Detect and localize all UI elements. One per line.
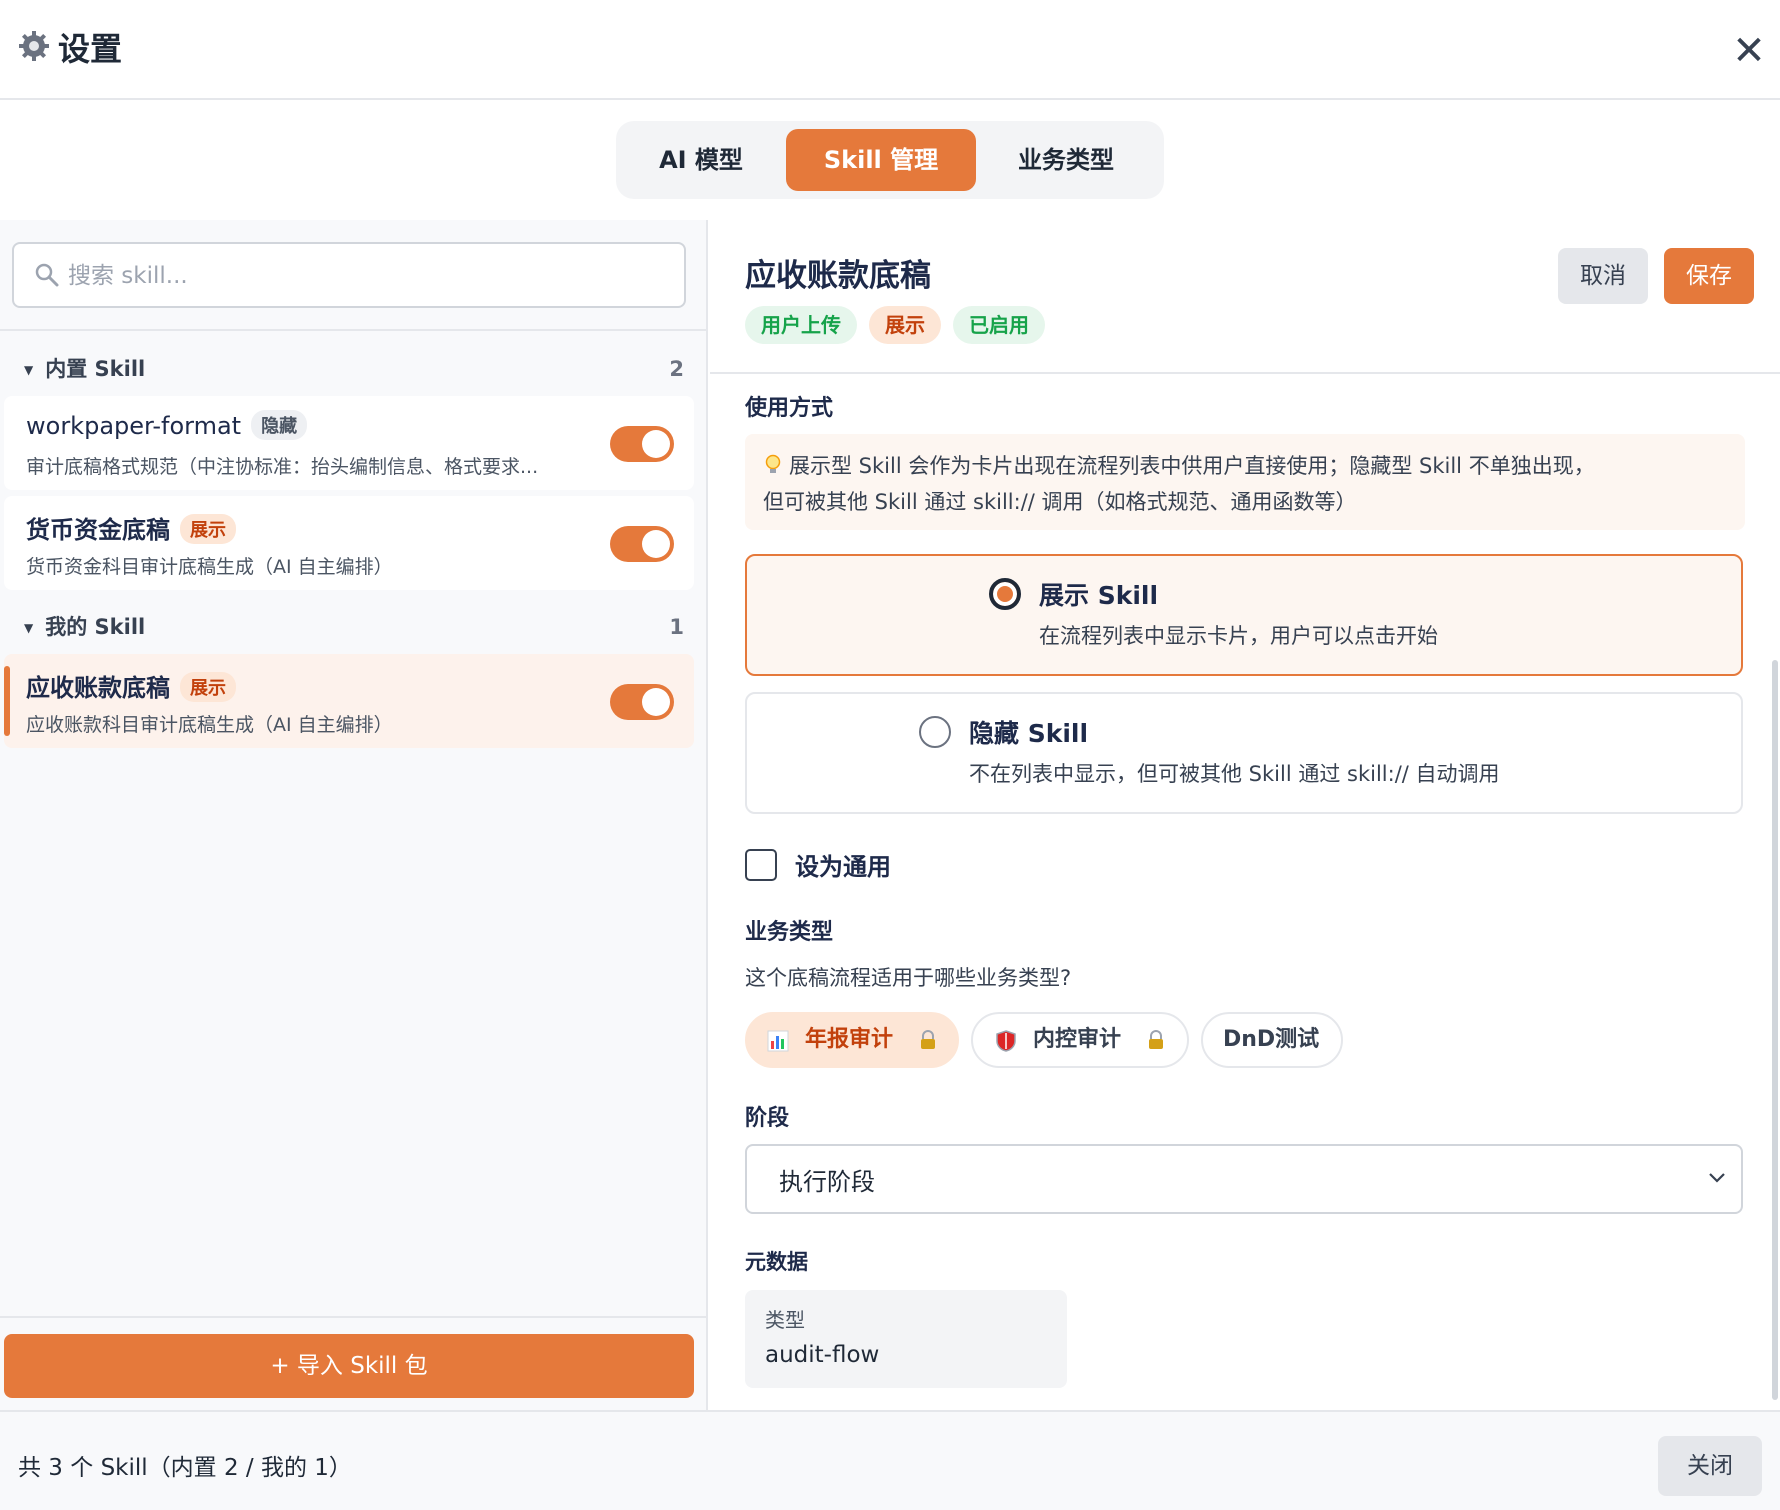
skill-detail-panel: 应收账款底稿 用户上传 展示 已启用 取消 保存 使用方式 展示型 Skill 会作…	[710, 220, 1780, 1410]
group-header-builtin[interactable]: ▼ 内置 Skill 2	[24, 354, 684, 384]
status-badge-source: 用户上传	[745, 306, 857, 344]
skill-badge: 展示	[180, 672, 236, 702]
pill-label: 内控审计	[1033, 1027, 1122, 1052]
usage-label: 使用方式	[745, 396, 834, 421]
lightbulb-icon	[765, 454, 781, 473]
pill-label: DnD测试	[1223, 1027, 1320, 1052]
skill-title: 应收账款底稿	[745, 258, 931, 294]
divider	[0, 329, 708, 331]
skill-desc: 应收账款科目审计底稿生成（AI 自主编排）	[26, 714, 393, 736]
lock-icon	[1149, 1030, 1163, 1049]
lock-icon	[921, 1030, 935, 1049]
metadata-key: 类型	[765, 1308, 805, 1332]
stage-selected-value: 执行阶段	[779, 1168, 875, 1196]
status-badge-enabled: 已启用	[953, 306, 1045, 344]
radio-hide-skill[interactable]: 隐藏 Skill 不在列表中显示，但可被其他 Skill 通过 skill://…	[745, 692, 1743, 814]
skill-badge: 隐藏	[251, 410, 308, 440]
tab-business-type[interactable]: 业务类型	[986, 129, 1146, 191]
pill-dnd-test[interactable]: DnD测试	[1201, 1012, 1343, 1068]
radio-button[interactable]	[989, 578, 1021, 610]
skill-badge: 展示	[180, 514, 236, 544]
settings-title: 设置	[58, 30, 123, 68]
radio-button[interactable]	[919, 716, 951, 748]
status-chips: 用户上传 展示 已启用	[745, 306, 1057, 344]
skill-desc: 审计底稿格式规范（中注协标准：抬头编制信息、格式要求...	[26, 456, 539, 478]
gear-icon	[19, 31, 49, 61]
group-header-mine[interactable]: ▼ 我的 Skill 1	[24, 612, 684, 642]
settings-header: 设置 ✕	[0, 0, 1780, 100]
divider	[710, 372, 1780, 374]
skill-name-row: 应收账款底稿 展示	[26, 668, 236, 703]
settings-footer: 共 3 个 Skill（内置 2 / 我的 1） 关闭	[0, 1410, 1780, 1510]
business-type-label: 业务类型	[745, 920, 834, 945]
skill-name-row: workpaper-format 隐藏	[26, 410, 308, 440]
toggle-knob	[642, 530, 670, 558]
usage-info-box: 展示型 Skill 会作为卡片出现在流程列表中供用户直接使用；隐藏型 Skill…	[745, 434, 1745, 530]
skill-name: 货币资金底稿	[26, 516, 170, 544]
search-input[interactable]	[68, 254, 668, 298]
group-label: 内置 Skill	[45, 357, 146, 381]
shield-icon	[996, 1030, 1016, 1052]
general-checkbox-label[interactable]: 设为通用	[795, 847, 891, 882]
business-type-question: 这个底稿流程适用于哪些业务类型?	[745, 966, 1072, 990]
info-text: 展示型 Skill 会作为卡片出现在流程列表中供用户直接使用；隐藏型 Skill…	[789, 454, 1595, 478]
enable-toggle[interactable]	[610, 526, 674, 562]
skill-name: 应收账款底稿	[26, 674, 170, 702]
chevron-down-icon	[1709, 1173, 1725, 1183]
search-icon	[35, 263, 59, 287]
bar-chart-icon	[767, 1030, 789, 1052]
search-box	[12, 242, 686, 308]
radio-title: 隐藏 Skill	[969, 719, 1089, 748]
skill-item-cash[interactable]: 货币资金底稿 展示 货币资金科目审计底稿生成（AI 自主编排）	[4, 496, 694, 590]
skill-name: workpaper-format	[26, 412, 242, 440]
import-skill-button[interactable]: + 导入 Skill 包	[4, 1334, 694, 1398]
tab-skill-management[interactable]: Skill 管理	[786, 129, 976, 191]
toggle-knob	[642, 430, 670, 458]
metadata-card: 类型 audit-flow	[745, 1290, 1067, 1388]
selected-indicator	[4, 666, 10, 736]
group-count: 1	[669, 615, 684, 639]
metadata-value: audit-flow	[765, 1342, 880, 1368]
caret-down-icon: ▼	[24, 621, 34, 635]
stage-label: 阶段	[745, 1106, 790, 1131]
status-badge-visibility: 展示	[869, 306, 941, 344]
info-line-2: 但可被其他 Skill 通过 skill:// 调用（如格式规范、通用函数等）	[763, 490, 1357, 514]
settings-tabs: AI 模型 Skill 管理 业务类型	[616, 121, 1164, 199]
close-icon[interactable]: ✕	[1724, 26, 1774, 76]
group-label: 我的 Skill	[45, 615, 146, 639]
pill-annual-audit[interactable]: 年报审计	[745, 1012, 959, 1068]
info-line-1: 展示型 Skill 会作为卡片出现在流程列表中供用户直接使用；隐藏型 Skill…	[763, 448, 1727, 484]
skill-count-summary: 共 3 个 Skill（内置 2 / 我的 1）	[18, 1455, 352, 1481]
skill-item-workpaper-format[interactable]: workpaper-format 隐藏 审计底稿格式规范（中注协标准：抬头编制信息…	[4, 396, 694, 490]
enable-toggle[interactable]	[610, 426, 674, 462]
general-checkbox[interactable]	[745, 849, 777, 881]
radio-show-skill[interactable]: 展示 Skill 在流程列表中显示卡片，用户可以点击开始	[745, 554, 1743, 676]
radio-title: 展示 Skill	[1039, 581, 1159, 610]
pill-internal-control-audit[interactable]: 内控审计	[971, 1012, 1189, 1068]
skill-desc: 货币资金科目审计底稿生成（AI 自主编排）	[26, 556, 393, 578]
skill-sidebar: ▼ 内置 Skill 2 workpaper-format 隐藏 审计底稿格式规范（…	[0, 220, 708, 1410]
scrollbar[interactable]	[1772, 660, 1778, 1400]
radio-desc: 不在列表中显示，但可被其他 Skill 通过 skill:// 自动调用	[969, 762, 1500, 786]
cancel-button[interactable]: 取消	[1558, 248, 1648, 304]
skill-item-receivables[interactable]: 应收账款底稿 展示 应收账款科目审计底稿生成（AI 自主编排）	[4, 654, 694, 748]
pill-label: 年报审计	[805, 1027, 894, 1052]
close-button[interactable]: 关闭	[1658, 1436, 1762, 1496]
toggle-knob	[642, 688, 670, 716]
stage-select[interactable]: 执行阶段	[745, 1144, 1743, 1214]
enable-toggle[interactable]	[610, 684, 674, 720]
radio-desc: 在流程列表中显示卡片，用户可以点击开始	[1039, 624, 1438, 648]
skill-name-row: 货币资金底稿 展示	[26, 510, 236, 545]
save-button[interactable]: 保存	[1664, 248, 1754, 304]
group-count: 2	[669, 357, 684, 381]
tab-ai-model[interactable]: AI 模型	[636, 129, 766, 191]
metadata-label: 元数据	[745, 1250, 808, 1274]
caret-down-icon: ▼	[24, 363, 34, 377]
divider	[0, 1316, 706, 1318]
